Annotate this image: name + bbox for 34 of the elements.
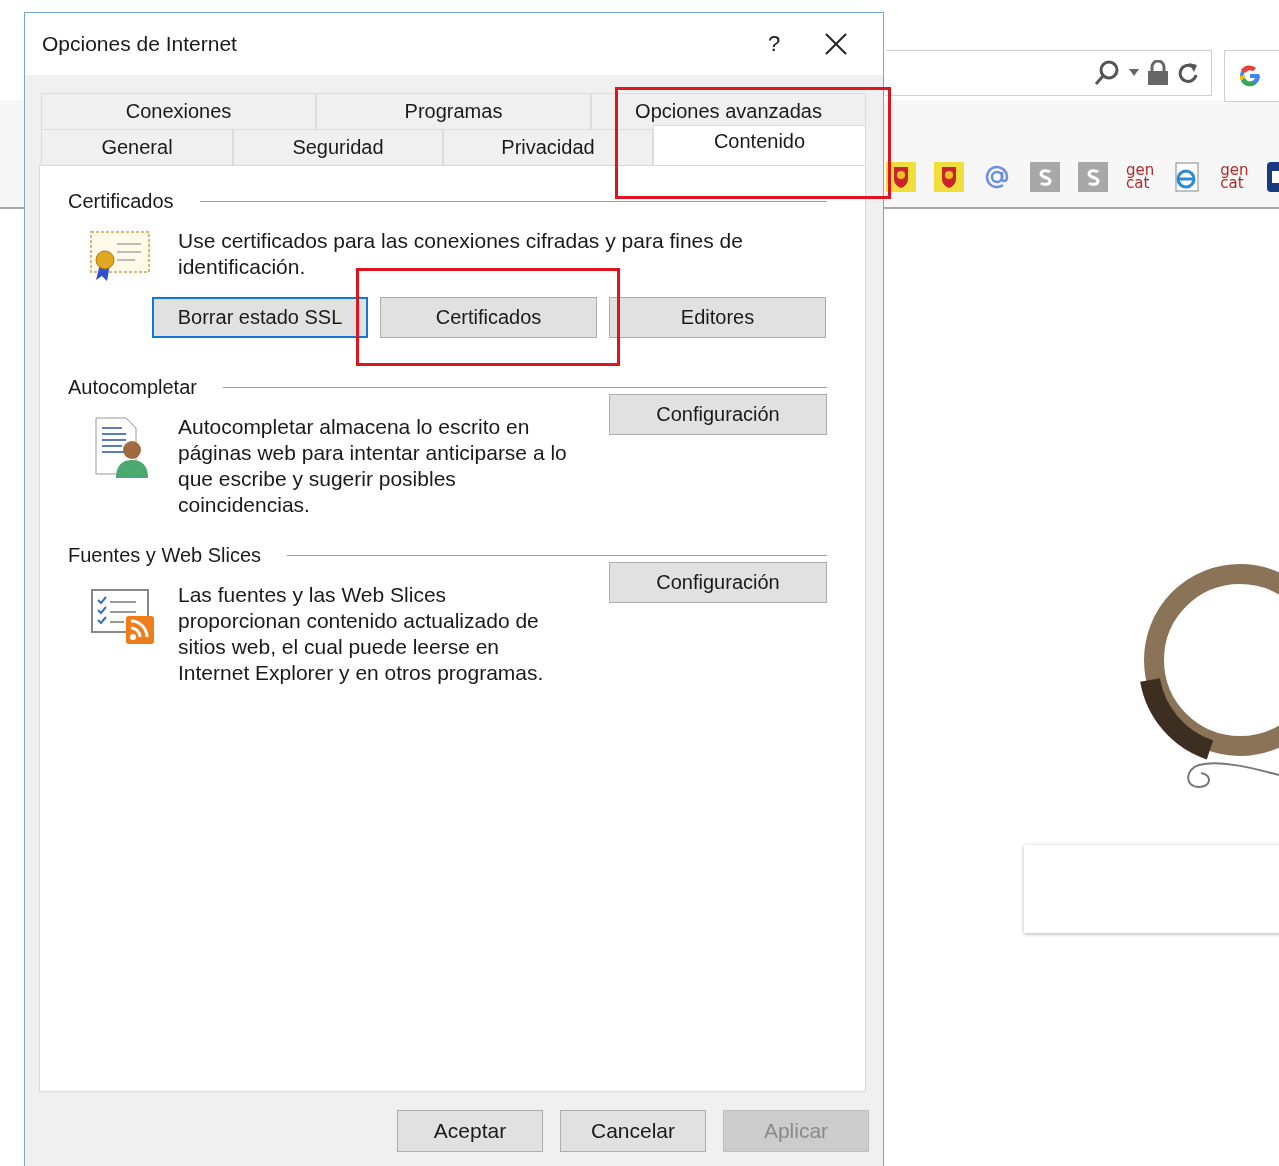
window-title: Opciones de Internet (42, 32, 238, 56)
section-description: Autocompletar almacena lo escrito en páginas web para intentar anticiparse a lo que escribe y sugerir posibles coincidencias. (178, 414, 568, 518)
s-tile-icon[interactable] (1078, 162, 1108, 192)
dialog-button[interactable]: Borrar estado SSL (152, 297, 368, 338)
dialog-button[interactable]: Editores (609, 297, 826, 338)
tab[interactable]: Seguridad (233, 129, 443, 165)
tab[interactable]: Programas (316, 93, 591, 129)
tab[interactable]: Contenido (653, 125, 866, 165)
search-icon[interactable] (1093, 59, 1121, 87)
section-heading: Autocompletar (68, 375, 197, 399)
coat-of-arms-icon[interactable] (934, 162, 964, 192)
section-description: Use certificados para las conexiones cifradas y para fines de identificación. (178, 228, 744, 280)
s-tile-icon[interactable] (1030, 162, 1060, 192)
address-bar[interactable] (886, 50, 1212, 96)
lock-icon (1147, 60, 1169, 86)
section-heading: Fuentes y Web Slices (68, 543, 262, 567)
help-button[interactable]: ? (744, 31, 804, 57)
tab[interactable]: Conexiones (41, 93, 316, 129)
section-heading: Certificados (68, 189, 174, 213)
footer-button[interactable]: Aceptar (397, 1110, 543, 1152)
gencat-link[interactable]: gen cat (1126, 164, 1155, 190)
settings-button[interactable]: Configuración (609, 562, 827, 603)
close-icon[interactable] (824, 32, 848, 56)
g-logo-icon (1237, 63, 1263, 89)
tab[interactable]: General (41, 129, 233, 165)
tab[interactable]: Opciones avanzadas (591, 93, 866, 129)
gencat-link[interactable]: gen cat (1220, 164, 1249, 190)
footer-button[interactable]: Cancelar (560, 1110, 706, 1152)
caret-icon[interactable] (1129, 69, 1139, 77)
dialog-button[interactable]: Certificados (380, 297, 597, 338)
tab[interactable]: Privacidad (443, 129, 653, 165)
section-description: Las fuentes y las Web Slices proporcionan contenido actualizado de sitios web, el cual puede leerse en Internet Explorer y en otros programas. (178, 582, 545, 686)
browser-tab[interactable] (1224, 50, 1279, 102)
settings-button[interactable]: Configuración (609, 394, 827, 435)
